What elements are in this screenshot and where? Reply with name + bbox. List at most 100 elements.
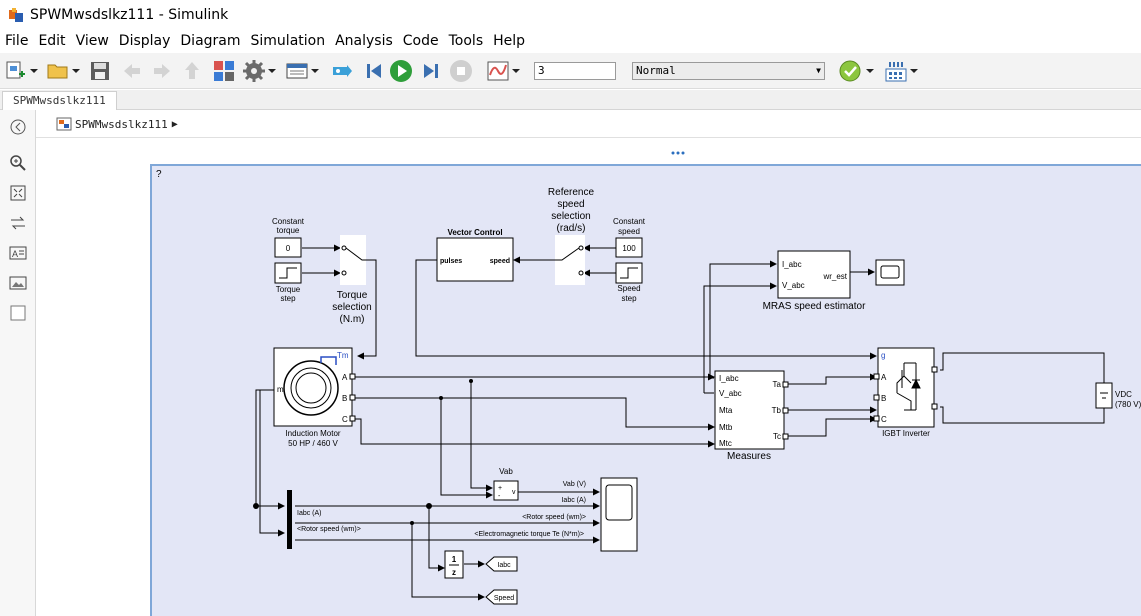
measures-label: Measures xyxy=(727,451,771,462)
reference-speed-label-4: (rad/s) xyxy=(557,223,586,234)
menu-simulation[interactable]: Simulation xyxy=(246,33,331,49)
unit-delay-block[interactable]: 1 z xyxy=(444,550,464,579)
signal-label-iabc-left: Iabc (A) xyxy=(297,510,322,517)
torque-step-label-2: step xyxy=(280,294,296,303)
menu-help[interactable]: Help xyxy=(488,33,530,49)
step-forward-icon[interactable] xyxy=(419,59,443,83)
torque-selection-label-2: selection xyxy=(332,302,371,313)
measures-in-vabc: V_abc xyxy=(719,389,742,398)
stop-time-input[interactable]: 3 xyxy=(534,62,616,80)
measures-in-iabc: I_abc xyxy=(719,374,739,383)
reference-speed-label-3: selection xyxy=(551,211,590,222)
mras-port-vabc: V_abc xyxy=(782,281,805,290)
breadcrumb-model[interactable]: SPWMwsdslkz111 xyxy=(75,118,168,131)
open-dropdown-icon[interactable] xyxy=(70,59,82,83)
mras-label: MRAS speed estimator xyxy=(763,301,866,312)
window-title: SPWMwsdslkz111 - Simulink xyxy=(30,7,229,23)
zoom-icon[interactable] xyxy=(9,154,27,172)
image-icon[interactable] xyxy=(9,274,27,292)
torque-selection-label-1: Torque xyxy=(337,290,368,301)
new-dropdown-icon[interactable] xyxy=(28,59,40,83)
run-icon[interactable] xyxy=(389,59,413,83)
data-inspector-icon[interactable] xyxy=(486,59,510,83)
address-bar: SPWMwsdslkz111 ▶ xyxy=(36,110,1141,138)
fit-to-view-icon[interactable] xyxy=(9,184,27,202)
up-icon[interactable] xyxy=(180,59,204,83)
vdc-label-2: (780 V) xyxy=(1115,400,1141,409)
resize-handle-icon[interactable] xyxy=(671,151,685,155)
menu-display[interactable]: Display xyxy=(114,33,176,49)
advisor-dropdown-icon[interactable] xyxy=(864,59,876,83)
mras-port-iabc: I_abc xyxy=(782,260,802,269)
tab-model[interactable]: SPWMwsdslkz111 xyxy=(2,91,117,110)
update-diagram-icon[interactable] xyxy=(330,59,354,83)
vector-control-title: Vector Control xyxy=(447,228,502,237)
speed-scope-block[interactable] xyxy=(875,259,905,286)
signal-label-vab: Vab (V) xyxy=(563,481,586,488)
bus-selector-block[interactable] xyxy=(287,490,292,549)
vab-plus: + xyxy=(498,485,502,492)
menu-code[interactable]: Code xyxy=(398,33,444,49)
route-lines-icon[interactable] xyxy=(9,214,27,232)
inverter-port-g: g xyxy=(881,351,885,360)
config-dropdown-icon[interactable] xyxy=(266,59,278,83)
menu-file[interactable]: File xyxy=(0,33,33,49)
model-explorer-icon[interactable] xyxy=(285,59,309,83)
signal-label-em-torque: <Electromagnetic torque Te (N*m)> xyxy=(474,531,584,538)
step-back-icon[interactable] xyxy=(362,59,386,83)
menu-tools[interactable]: Tools xyxy=(444,33,489,49)
unit-delay-denominator: z xyxy=(452,568,456,577)
simulation-mode-value: Normal xyxy=(636,64,676,77)
build-icon[interactable] xyxy=(884,59,908,83)
vector-control-block[interactable]: Vector Control pulses speed xyxy=(436,228,514,282)
measures-in-mtc: Mtc xyxy=(719,439,732,448)
inspector-dropdown-icon[interactable] xyxy=(510,59,522,83)
constant-torque-label-2: torque xyxy=(277,226,300,235)
back-icon[interactable] xyxy=(120,59,144,83)
simulation-mode-select[interactable]: Normal ▼ xyxy=(632,62,825,80)
breadcrumb-arrow-icon[interactable]: ▶ xyxy=(172,119,178,130)
torque-selection-label-3: (N.m) xyxy=(340,314,365,325)
measures-out-tc: Tc xyxy=(773,432,781,441)
inverter-label: IGBT Inverter xyxy=(882,429,930,438)
torque-step-label-1: Torque xyxy=(276,285,301,294)
block-diagram[interactable]: ? Constant torque 0 Torque step Torque s… xyxy=(36,138,1141,616)
save-icon[interactable] xyxy=(88,59,112,83)
left-palette: A xyxy=(0,110,36,616)
breadcrumb[interactable]: SPWMwsdslkz111 ▶ xyxy=(56,117,178,131)
model-icon xyxy=(56,117,72,131)
explorer-dropdown-icon[interactable] xyxy=(309,59,321,83)
build-dropdown-icon[interactable] xyxy=(908,59,920,83)
corner-mark: ? xyxy=(156,169,162,180)
igbt-inverter-block[interactable]: g A B C IGBT Inverter xyxy=(873,347,938,438)
stop-icon[interactable] xyxy=(449,59,473,83)
area-icon[interactable] xyxy=(9,304,27,322)
main-scope-block[interactable] xyxy=(600,477,638,552)
model-config-gear-icon[interactable] xyxy=(242,59,266,83)
chevron-down-icon: ▼ xyxy=(816,66,821,75)
goto-speed-label: Speed xyxy=(494,595,514,602)
menu-view[interactable]: View xyxy=(71,33,114,49)
open-folder-icon[interactable] xyxy=(46,59,70,83)
constant-torque-label-1: Constant xyxy=(272,217,305,226)
signal-label-rotor-speed-right: <Rotor speed (wm)> xyxy=(522,514,586,521)
speed-step-label-2: step xyxy=(621,294,637,303)
menu-edit[interactable]: Edit xyxy=(33,33,70,49)
reference-speed-label-1: Reference xyxy=(548,187,595,198)
menu-analysis[interactable]: Analysis xyxy=(330,33,398,49)
model-canvas[interactable]: ? Constant torque 0 Torque step Torque s… xyxy=(36,138,1141,616)
motor-port-c: C xyxy=(342,415,348,424)
forward-icon[interactable] xyxy=(150,59,174,83)
new-model-icon[interactable] xyxy=(4,59,28,83)
title-bar: SPWMwsdslkz111 - Simulink xyxy=(0,0,1141,30)
signal-label-rotor-speed-left: <Rotor speed (wm)> xyxy=(297,526,361,533)
model-advisor-check-icon[interactable] xyxy=(838,59,862,83)
library-browser-icon[interactable] xyxy=(212,59,236,83)
measures-block[interactable]: I_abc V_abc Mta Mtb Mtc Ta Tb Tc Measure… xyxy=(714,370,789,462)
unit-delay-numerator: 1 xyxy=(452,555,457,564)
hide-browser-icon[interactable] xyxy=(9,118,27,136)
annotation-icon[interactable]: A xyxy=(9,244,27,262)
menu-diagram[interactable]: Diagram xyxy=(175,33,245,49)
measures-in-mta: Mta xyxy=(719,406,733,415)
speed-step-label-1: Speed xyxy=(617,284,640,293)
